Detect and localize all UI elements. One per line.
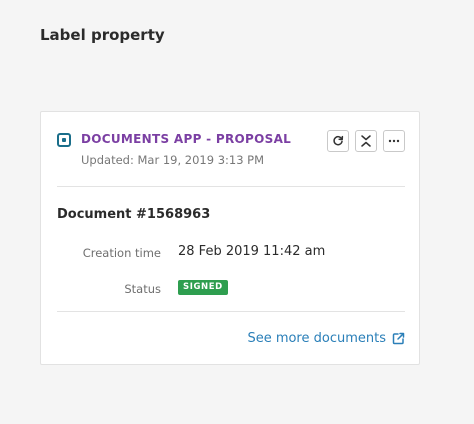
app-title[interactable]: DOCUMENTS APP - PROPOSAL xyxy=(81,132,291,146)
collapse-icon xyxy=(361,135,371,147)
updated-timestamp: Updated: Mar 19, 2019 3:13 PM xyxy=(81,153,265,167)
document-app-icon xyxy=(57,133,71,147)
status-badge: SIGNED xyxy=(178,280,228,295)
more-icon xyxy=(388,139,400,143)
document-card: DOCUMENTS APP - PROPOSAL Updated: Mar 19… xyxy=(40,111,420,365)
refresh-button[interactable] xyxy=(327,130,349,152)
document-title: Document #1568963 xyxy=(57,207,211,222)
see-more-documents-link[interactable]: See more documents xyxy=(247,331,405,346)
collapse-button[interactable] xyxy=(355,130,377,152)
card-header: DOCUMENTS APP - PROPOSAL Updated: Mar 19… xyxy=(57,130,405,174)
external-link-icon xyxy=(392,332,405,345)
page: Label property DOCUMENTS APP - PROPOSAL … xyxy=(0,0,474,424)
card-actions xyxy=(327,130,405,152)
see-more-label: See more documents xyxy=(247,331,386,346)
divider xyxy=(57,186,405,187)
creation-time-value: 28 Feb 2019 11:42 am xyxy=(178,244,326,259)
more-button[interactable] xyxy=(383,130,405,152)
refresh-icon xyxy=(333,135,344,146)
divider xyxy=(57,311,405,312)
status-label: Status xyxy=(124,282,161,296)
creation-time-label: Creation time xyxy=(82,246,161,260)
section-title: Label property xyxy=(40,26,165,44)
